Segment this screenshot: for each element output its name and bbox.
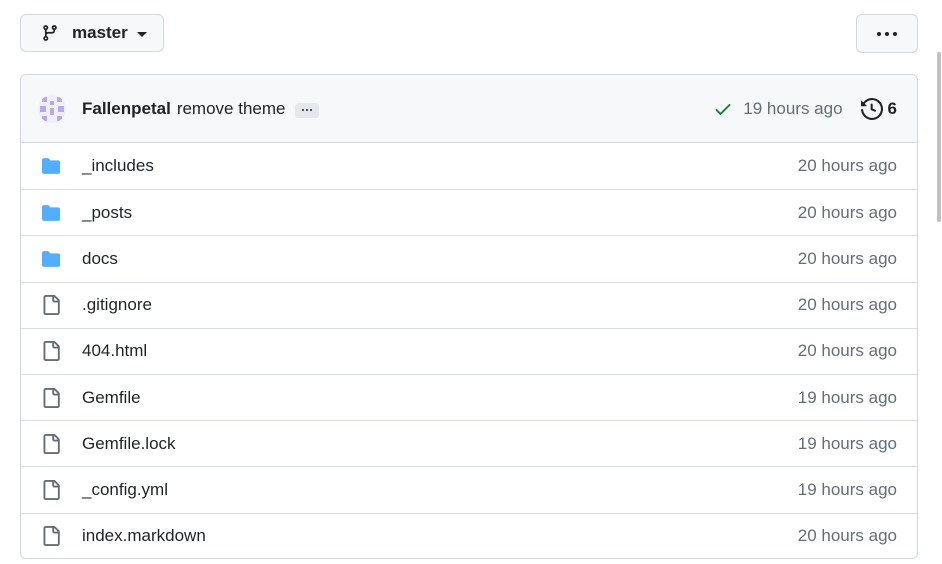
file-name[interactable]: Gemfile (82, 388, 141, 408)
file-name[interactable]: Gemfile.lock (82, 434, 176, 454)
file-name[interactable]: .gitignore (82, 295, 152, 315)
file-row[interactable]: index.markdown 20 hours ago (21, 512, 917, 559)
commit-time: 19 hours ago (743, 98, 843, 118)
commit-message[interactable]: remove theme (177, 99, 286, 119)
file-icon (41, 387, 61, 408)
file-row[interactable]: _config.yml 19 hours ago (21, 466, 917, 512)
folder-icon (41, 249, 61, 269)
file-row[interactable]: _posts 20 hours ago (21, 189, 917, 235)
file-row[interactable]: .gitignore 20 hours ago (21, 281, 917, 328)
commit-history-link[interactable]: 6 (860, 97, 897, 120)
file-row[interactable]: _includes 20 hours ago (21, 143, 917, 189)
expand-commit-message-button[interactable] (295, 102, 320, 118)
file-icon (41, 341, 61, 362)
file-last-modified: 20 hours ago (797, 341, 897, 361)
file-row[interactable]: Gemfile 19 hours ago (21, 373, 917, 420)
file-name[interactable]: docs (82, 249, 118, 269)
file-row[interactable]: Gemfile.lock 19 hours ago (21, 420, 917, 466)
file-last-modified: 20 hours ago (797, 202, 897, 222)
file-name[interactable]: index.markdown (82, 526, 206, 546)
file-list: Fallenpetal remove theme 19 hours ago 6 … (20, 74, 918, 559)
file-last-modified: 20 hours ago (797, 156, 897, 176)
history-count: 6 (887, 98, 897, 118)
folder-icon (41, 203, 61, 223)
file-icon (41, 295, 61, 316)
check-icon[interactable] (713, 99, 733, 119)
scrollbar-thumb[interactable] (937, 52, 941, 222)
file-name[interactable]: _includes (82, 156, 154, 176)
file-last-modified: 20 hours ago (797, 526, 897, 546)
scrollbar[interactable] (936, 0, 942, 564)
file-name[interactable]: _config.yml (82, 480, 168, 500)
file-name[interactable]: 404.html (82, 341, 147, 361)
file-name[interactable]: _posts (82, 203, 132, 223)
git-branch-icon (41, 24, 59, 42)
avatar[interactable] (38, 94, 66, 123)
file-last-modified: 19 hours ago (797, 433, 897, 453)
branch-selector-button[interactable]: master (20, 14, 164, 52)
file-icon (41, 479, 61, 500)
file-row[interactable]: docs 20 hours ago (21, 235, 917, 281)
caret-down-icon (136, 31, 147, 37)
kebab-horizontal-icon (877, 31, 897, 36)
commit-author[interactable]: Fallenpetal (82, 99, 171, 119)
file-row[interactable]: 404.html 20 hours ago (21, 327, 917, 374)
file-last-modified: 19 hours ago (797, 479, 897, 499)
history-icon (860, 97, 883, 120)
file-icon (41, 433, 61, 454)
branch-name: master (72, 23, 128, 42)
file-last-modified: 19 hours ago (797, 387, 897, 407)
file-last-modified: 20 hours ago (797, 248, 897, 268)
file-icon (41, 526, 61, 547)
folder-icon (41, 156, 61, 176)
more-options-button[interactable] (856, 14, 918, 53)
latest-commit-bar: Fallenpetal remove theme 19 hours ago 6 (21, 75, 917, 143)
file-rows: _includes 20 hours ago _posts 20 hours ago d… (21, 143, 917, 559)
file-last-modified: 20 hours ago (797, 295, 897, 315)
